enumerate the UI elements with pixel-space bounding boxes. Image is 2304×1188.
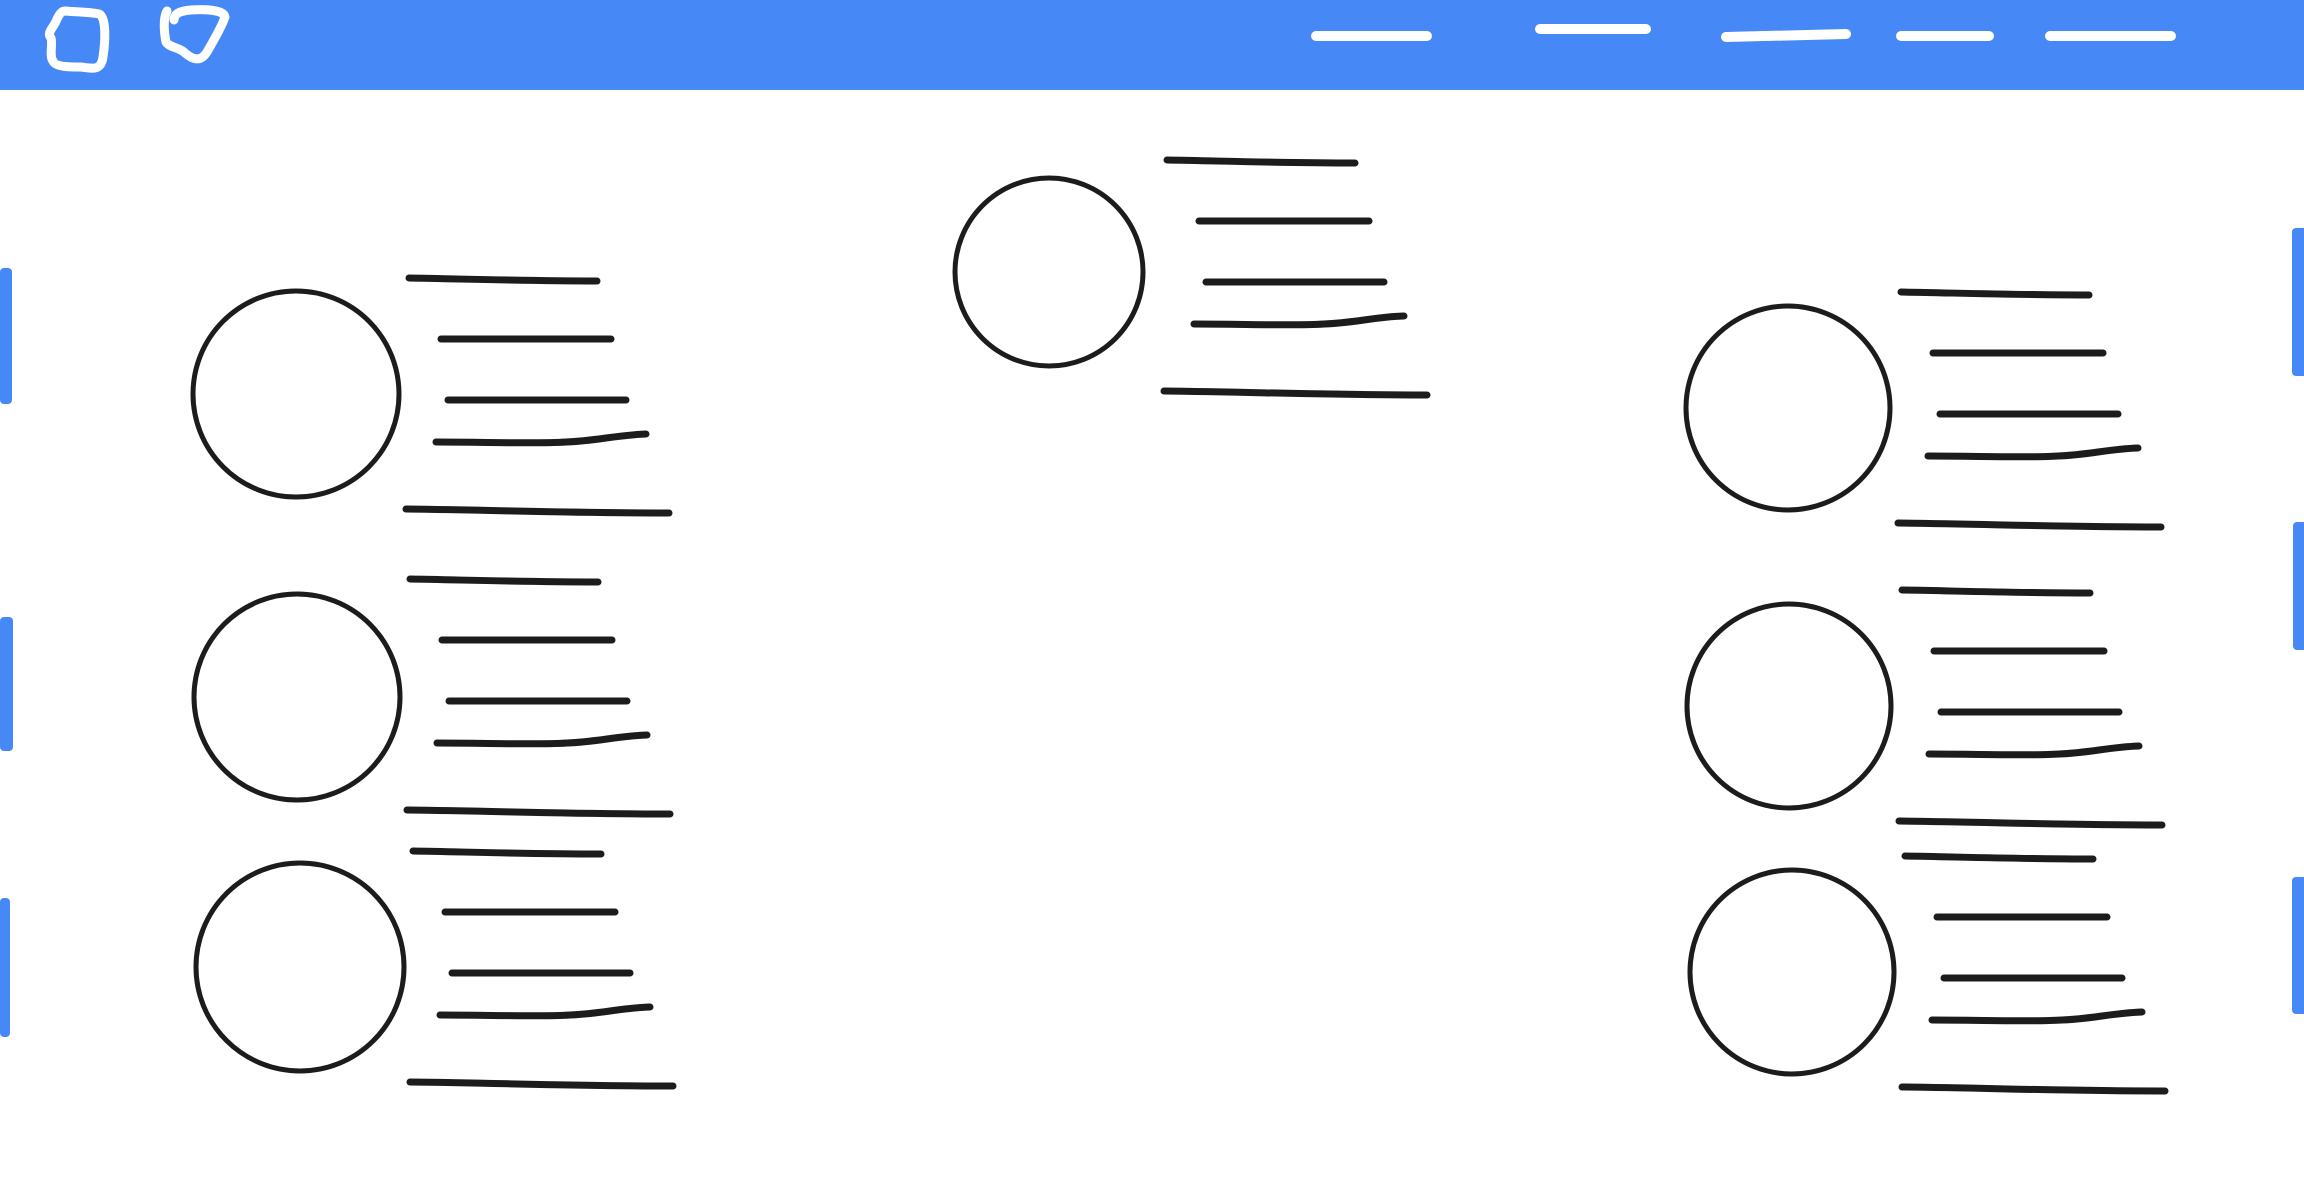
left-tab-3[interactable]	[0, 898, 10, 1037]
text-lines-placeholder	[407, 579, 670, 814]
avatar-placeholder	[1687, 867, 1897, 1077]
card-left-2[interactable]	[191, 579, 670, 814]
avatar-placeholder	[1684, 601, 1894, 811]
left-tab-2[interactable]	[0, 617, 13, 751]
text-lines-placeholder	[1899, 590, 2162, 825]
header-background	[0, 0, 2304, 90]
avatar-placeholder	[1683, 303, 1893, 513]
card-right-3[interactable]	[1687, 856, 2165, 1091]
text-lines-placeholder	[1164, 160, 1427, 395]
left-tab-1[interactable]	[0, 268, 12, 404]
wireframe-canvas	[0, 0, 2304, 1188]
text-lines-placeholder	[410, 851, 673, 1086]
header-bar	[0, 0, 2304, 90]
nav-item-3-placeholder[interactable]	[1721, 29, 1851, 42]
card-right-2[interactable]	[1684, 590, 2162, 825]
card-left-3[interactable]	[193, 851, 673, 1086]
text-lines-placeholder	[1902, 856, 2165, 1091]
text-lines-placeholder	[1898, 292, 2161, 527]
text-lines-placeholder	[406, 278, 669, 513]
right-side-tabs	[2292, 228, 2304, 1014]
card-left-1[interactable]	[190, 278, 669, 513]
right-tab-1[interactable]	[2292, 228, 2304, 376]
right-tab-3[interactable]	[2292, 877, 2304, 1014]
avatar-placeholder	[952, 175, 1146, 369]
right-tab-2[interactable]	[2293, 522, 2304, 650]
avatar-placeholder	[193, 860, 407, 1074]
left-side-tabs	[0, 268, 13, 1037]
card-top-center[interactable]	[952, 160, 1427, 395]
avatar-placeholder	[190, 288, 402, 500]
avatar-placeholder	[191, 591, 403, 803]
card-right-1[interactable]	[1683, 292, 2161, 527]
